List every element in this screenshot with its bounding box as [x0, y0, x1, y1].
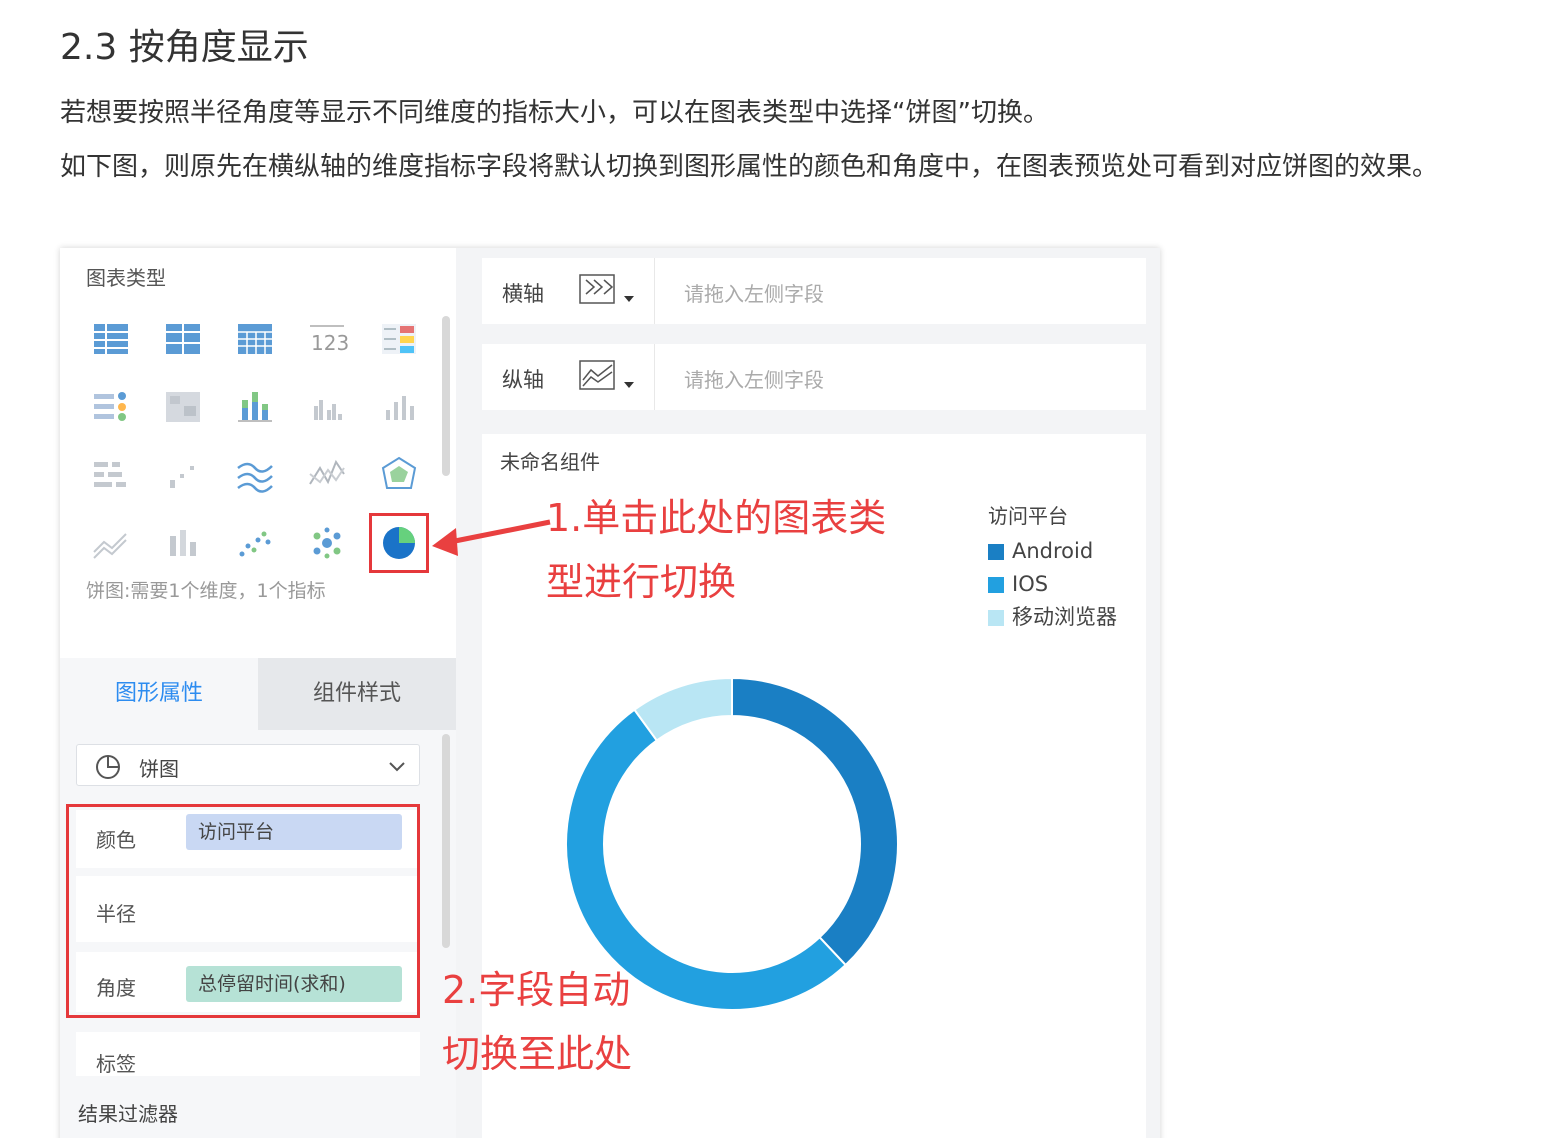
chart-type-area[interactable] [90, 522, 132, 564]
svg-text:123: 123 [311, 331, 348, 355]
chart-type-stacked-bar[interactable] [234, 386, 276, 428]
chart-type-scatter[interactable] [234, 522, 276, 564]
bubble-icon [313, 527, 341, 559]
chart-type-grouped-bar[interactable] [306, 386, 348, 428]
legend-label: IOS [1012, 572, 1049, 596]
dropdown-caret-icon[interactable] [624, 382, 634, 388]
chevron-down-icon [389, 762, 405, 772]
y-axis-label: 纵轴 [502, 368, 544, 392]
chart-type-scatter-small[interactable] [162, 454, 204, 496]
pie-outline-icon [96, 755, 120, 779]
left-panel: 图表类型 123 饼图:需要1个维度，1个指标 图形属性 组件样式 饼图 颜色 … [60, 248, 456, 1138]
radar-icon [381, 456, 417, 489]
donut-slice-2[interactable] [633, 676, 733, 742]
axis-divider [654, 344, 655, 410]
axis-line-icon[interactable] [578, 358, 618, 394]
scatter-small-icon [170, 466, 194, 488]
area-icon [93, 533, 127, 559]
scatter-icon [239, 531, 271, 557]
chart-type-radar[interactable] [378, 454, 420, 496]
chart-type-cross-table[interactable] [162, 318, 204, 360]
grouped-bar-icon [314, 400, 342, 420]
legend-item[interactable]: IOS [988, 568, 1117, 601]
properties-scrollbar[interactable] [442, 734, 450, 948]
chart-select-value: 饼图 [139, 757, 179, 781]
bar-icon [386, 396, 414, 420]
donut-slice-0[interactable] [731, 676, 899, 967]
legend-label: Android [1012, 539, 1094, 563]
legend-swatch [988, 610, 1004, 626]
chart-type-section: 图表类型 123 饼图:需要1个维度，1个指标 [60, 248, 456, 658]
chart-type-hint: 饼图:需要1个维度，1个指标 [86, 580, 326, 602]
chart-type-multi-line[interactable] [234, 454, 276, 496]
property-tabs: 图形属性 组件样式 [60, 658, 456, 730]
x-axis-row: 横轴 请拖入左侧字段 [482, 258, 1146, 324]
dot-matrix-icon [94, 392, 126, 421]
kpi-number-icon: 123 [310, 325, 348, 355]
chart-type-scrollbar[interactable] [442, 316, 450, 476]
stacked-bar-icon [238, 392, 272, 422]
annotation-1: 1.单击此处的图表类 型进行切换 [546, 486, 886, 614]
color-table-icon [382, 324, 416, 354]
y-axis-drop-zone[interactable]: 请拖入左侧字段 [684, 364, 824, 393]
chart-type-table[interactable] [90, 318, 132, 360]
chart-type-detail-table[interactable] [234, 318, 276, 360]
chart-type-heatmap[interactable] [162, 386, 204, 428]
chart-type-title: 图表类型 [86, 266, 166, 290]
chart-type-kpi-number[interactable]: 123 [306, 318, 348, 360]
x-axis-drop-zone[interactable]: 请拖入左侧字段 [684, 278, 824, 307]
chart-type-bubble[interactable] [306, 522, 348, 564]
table-icon [94, 324, 128, 354]
legend-swatch [988, 544, 1004, 560]
chart-type-line[interactable] [306, 454, 348, 496]
annotation-2-line-2: 切换至此处 [442, 1032, 633, 1076]
horizontal-bar-icon [94, 462, 126, 487]
pie-icon [383, 527, 415, 559]
doc-title: 2.3 按角度显示 [60, 27, 309, 68]
x-axis-label: 横轴 [502, 282, 544, 306]
chart-type-horizontal-bar[interactable] [90, 454, 132, 496]
y-axis-row: 纵轴 请拖入左侧字段 [482, 344, 1146, 410]
heatmap-icon [166, 392, 200, 422]
annotation-1-line-1: 1.单击此处的图表类 [546, 496, 887, 540]
chart-type-bar[interactable] [378, 386, 420, 428]
legend-title: 访问平台 [988, 504, 1068, 528]
legend-item[interactable]: 移动浏览器 [988, 601, 1117, 634]
tag-field[interactable]: 标签 [76, 1032, 420, 1076]
field-highlight-box [66, 804, 420, 1018]
chart-type-pie[interactable] [369, 513, 429, 573]
dropdown-caret-icon[interactable] [624, 296, 634, 302]
doc-paragraph-1: 若想要按照半径角度等显示不同维度的指标大小，可以在图表类型中选择“饼图”切换。 [60, 98, 1049, 128]
chart-type-dot-matrix[interactable] [90, 386, 132, 428]
chart-legend: 访问平台 Android IOS 移动浏览器 [988, 500, 1117, 634]
annotation-arrow [432, 519, 551, 556]
line-icon [309, 459, 345, 485]
multi-line-icon [237, 462, 273, 493]
tag-label: 标签 [96, 1052, 136, 1076]
chart-type-stacked-column[interactable] [162, 522, 204, 564]
detail-table-icon [238, 324, 272, 354]
legend-swatch [988, 577, 1004, 593]
stacked-column-icon [170, 530, 196, 556]
component-title: 未命名组件 [500, 450, 600, 474]
legend-item[interactable]: Android [988, 535, 1117, 568]
annotation-2-line-1: 2.字段自动 [442, 968, 631, 1012]
axis-divider [654, 258, 655, 324]
tab-graph-properties[interactable]: 图形属性 [60, 658, 258, 730]
doc-paragraph-2: 如下图，则原先在横纵轴的维度指标字段将默认切换到图形属性的颜色和角度中，在图表预… [60, 152, 1439, 182]
chart-type-color-table[interactable] [378, 318, 420, 360]
result-filter-title: 结果过滤器 [78, 1102, 178, 1126]
annotation-2: 2.字段自动 切换至此处 [442, 958, 632, 1086]
cross-table-icon [166, 324, 200, 354]
chart-type-select[interactable]: 饼图 [76, 744, 420, 786]
tab-component-style[interactable]: 组件样式 [258, 658, 456, 730]
annotation-1-line-2: 型进行切换 [546, 560, 737, 604]
legend-label: 移动浏览器 [1012, 605, 1117, 629]
axis-sort-icon[interactable] [578, 272, 618, 308]
